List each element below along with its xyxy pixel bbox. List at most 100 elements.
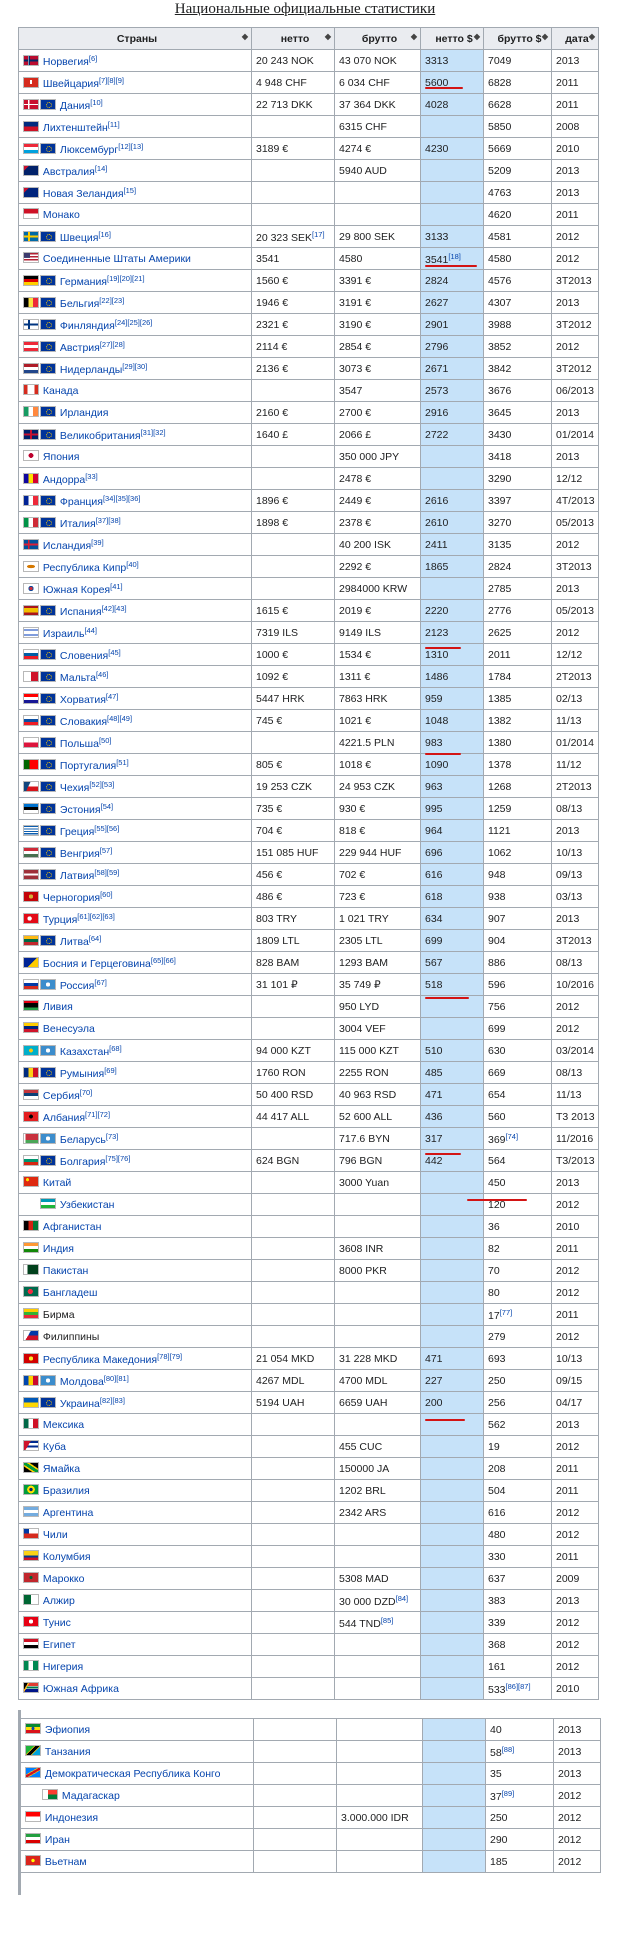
country-link[interactable]: Ирландия — [60, 407, 108, 419]
footnote-ref-link[interactable]: [45] — [108, 648, 121, 657]
country-link[interactable]: Дания — [60, 100, 90, 112]
footnote-ref-link[interactable]: [60] — [100, 890, 113, 899]
sort-arrows-icon[interactable]: ◆ — [589, 32, 595, 41]
country-link[interactable]: Швеция — [60, 232, 99, 244]
country-link[interactable]: Вьетнам — [45, 1856, 87, 1868]
country-link[interactable]: Норвегия — [43, 56, 89, 68]
country-link[interactable]: Словакия — [60, 716, 107, 728]
footnote-ref-link[interactable]: [57] — [100, 846, 113, 855]
column-header-country[interactable]: Страны ◆ — [18, 27, 252, 50]
country-link[interactable]: Соединенные Штаты Америки — [43, 253, 191, 265]
footnote-ref-link[interactable]: [48][49] — [107, 714, 132, 723]
sort-arrows-icon[interactable]: ◆ — [325, 32, 331, 41]
footnote-ref-link[interactable]: [15] — [124, 186, 137, 195]
country-link[interactable]: Колумбия — [43, 1551, 91, 1563]
footnote-ref-link[interactable]: [16] — [98, 230, 111, 239]
sort-arrows-icon[interactable]: ◆ — [474, 32, 480, 41]
sort-arrows-icon[interactable]: ◆ — [411, 32, 417, 41]
country-link[interactable]: Индия — [43, 1243, 74, 1255]
footnote-ref-link[interactable]: [68] — [109, 1044, 122, 1053]
footnote-ref-link[interactable]: [42][43] — [102, 604, 127, 613]
footnote-ref-link[interactable]: [17] — [312, 230, 325, 239]
country-link[interactable]: Южная Африка — [43, 1683, 119, 1695]
country-link[interactable]: Литва — [60, 936, 89, 948]
country-link[interactable]: Аргентина — [43, 1507, 93, 1519]
country-link[interactable]: Венгрия — [60, 848, 100, 860]
country-link[interactable]: Молдова — [60, 1376, 104, 1388]
footnote-ref-link[interactable]: [33] — [85, 472, 98, 481]
footnote-ref-link[interactable]: [40] — [126, 560, 139, 569]
footnote-ref-link[interactable]: [44] — [84, 626, 97, 635]
footnote-ref-link[interactable]: [18] — [448, 252, 461, 261]
footnote-ref-link[interactable]: [41] — [110, 582, 123, 591]
footnote-ref-link[interactable]: [77] — [500, 1308, 513, 1317]
footnote-ref-link[interactable]: [11] — [108, 120, 120, 129]
footnote-ref-link[interactable]: [10] — [90, 98, 103, 107]
country-link[interactable]: Афганистан — [43, 1221, 101, 1233]
country-link[interactable]: Марокко — [43, 1573, 85, 1585]
footnote-ref-link[interactable]: [14] — [95, 164, 108, 173]
country-link[interactable]: Австрия — [60, 342, 100, 354]
column-header-netto-usd[interactable]: нетто $ ◆ — [420, 27, 484, 50]
country-link[interactable]: Мексика — [43, 1419, 84, 1431]
footnote-ref-link[interactable]: [6] — [89, 54, 97, 63]
country-link[interactable]: Узбекистан — [60, 1199, 115, 1211]
footnote-ref-link[interactable]: [88] — [502, 1745, 515, 1754]
column-header-brutto-usd[interactable]: брутто $ ◆ — [483, 27, 552, 50]
footnote-ref-link[interactable]: [24][25][26] — [115, 318, 153, 327]
country-link[interactable]: Беларусь — [60, 1134, 106, 1146]
footnote-ref-link[interactable]: [39] — [91, 538, 104, 547]
country-link[interactable]: Танзания — [45, 1746, 91, 1758]
country-link[interactable]: Австралия — [43, 166, 95, 178]
footnote-ref-link[interactable]: [27][28] — [100, 340, 125, 349]
country-link[interactable]: Финляндия — [60, 320, 115, 332]
column-header-netto[interactable]: нетто ◆ — [251, 27, 335, 50]
country-link[interactable]: Ливия — [43, 1001, 73, 1013]
footnote-ref-link[interactable]: [19][20][21] — [107, 274, 145, 283]
country-link[interactable]: Казахстан — [60, 1046, 109, 1058]
footnote-ref-link[interactable]: [7][8][9] — [99, 76, 124, 85]
country-link[interactable]: Тунис — [43, 1617, 71, 1629]
country-link[interactable]: Ямайка — [43, 1463, 80, 1475]
footnote-ref-link[interactable]: [51] — [116, 758, 129, 767]
country-link[interactable]: Израиль — [43, 628, 85, 640]
country-link[interactable]: Италия — [60, 518, 96, 530]
footnote-ref-link[interactable]: [84] — [396, 1594, 409, 1603]
country-link[interactable]: Республика Кипр — [43, 562, 126, 574]
country-link[interactable]: Хорватия — [60, 694, 106, 706]
country-link[interactable]: Чили — [43, 1529, 68, 1541]
footnote-ref-link[interactable]: [31][32] — [141, 428, 166, 437]
country-link[interactable]: Франция — [60, 496, 103, 508]
footnote-ref-link[interactable]: [78][79] — [157, 1352, 182, 1361]
country-link[interactable]: Албания — [43, 1112, 85, 1124]
country-link[interactable]: Бельгия — [60, 298, 99, 310]
footnote-ref-link[interactable]: [67] — [94, 978, 107, 987]
country-link[interactable]: Черногория — [43, 892, 100, 904]
footnote-ref-link[interactable]: [71][72] — [85, 1110, 110, 1119]
country-link[interactable]: Эфиопия — [45, 1724, 90, 1736]
country-link[interactable]: Республика Македония — [43, 1354, 157, 1366]
country-link[interactable]: Латвия — [60, 870, 94, 882]
country-link[interactable]: Венесуэла — [43, 1023, 95, 1035]
footnote-ref-link[interactable]: [47] — [106, 692, 119, 701]
column-header-brutto[interactable]: брутто ◆ — [334, 27, 421, 50]
country-link[interactable]: Бангладеш — [43, 1287, 97, 1299]
country-link[interactable]: Алжир — [43, 1595, 75, 1607]
footnote-ref-link[interactable]: [75][76] — [105, 1154, 130, 1163]
country-link[interactable]: Нидерланды — [60, 364, 122, 376]
footnote-ref-link[interactable]: [46] — [96, 670, 109, 679]
country-link[interactable]: Германия — [60, 276, 107, 288]
sort-arrows-icon[interactable]: ◆ — [542, 32, 548, 41]
footnote-ref-link[interactable]: [50] — [99, 736, 112, 745]
footnote-ref-link[interactable]: [64] — [89, 934, 102, 943]
country-link[interactable]: Мальта — [60, 672, 96, 684]
footnote-ref-link[interactable]: [73] — [106, 1132, 119, 1141]
country-link[interactable]: Китай — [43, 1177, 71, 1189]
country-link[interactable]: Португалия — [60, 760, 116, 772]
country-link[interactable]: Новая Зеландия — [43, 188, 124, 200]
sort-arrows-icon[interactable]: ◆ — [242, 32, 248, 41]
country-link[interactable]: Нигерия — [43, 1661, 83, 1673]
country-link[interactable]: Иран — [45, 1834, 70, 1846]
footnote-ref-link[interactable]: [55][56] — [94, 824, 119, 833]
footnote-ref-link[interactable]: [52][53] — [89, 780, 114, 789]
